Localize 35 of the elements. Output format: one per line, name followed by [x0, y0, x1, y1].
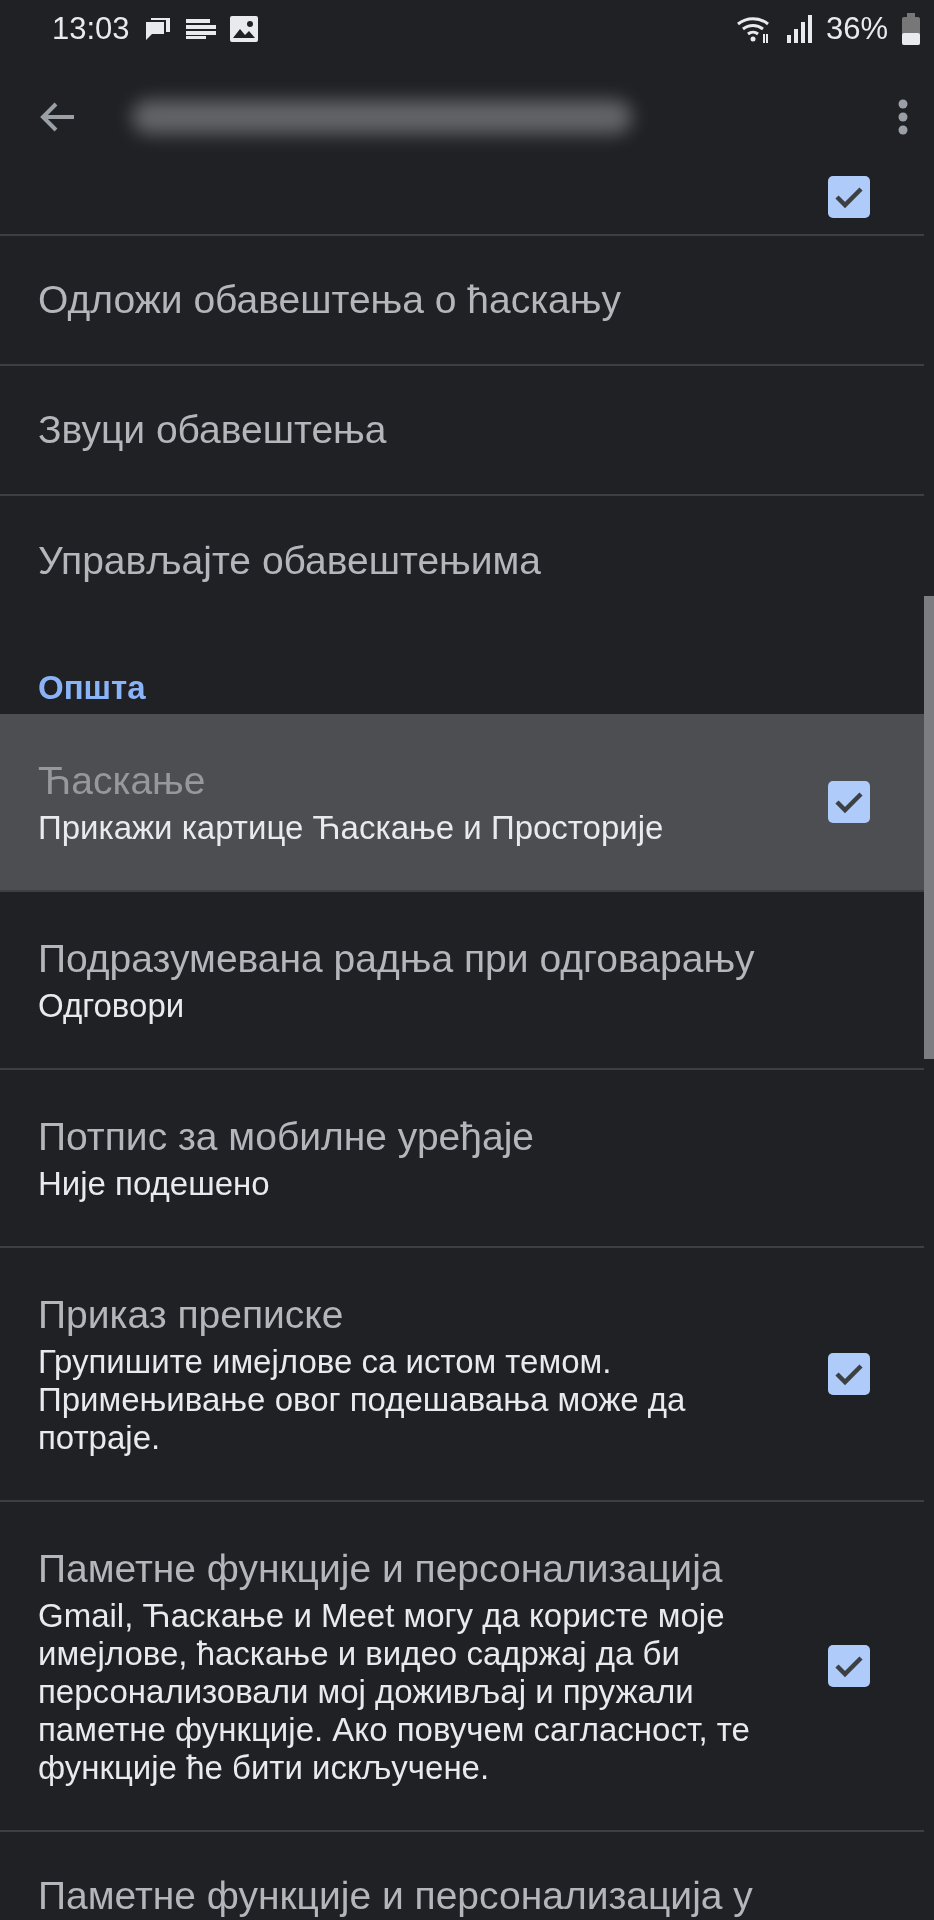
setting-row[interactable]: Ћаскање Прикажи картице Ћаскање и Просторије [0, 714, 924, 892]
setting-title: Одложи обавештења о ћаскању [38, 277, 622, 323]
image-icon [229, 16, 258, 42]
checkbox[interactable] [828, 781, 870, 823]
setting-row[interactable]: Одложи обавештења о ћаскању [0, 236, 924, 366]
setting-title: Управљајте обавештењима [38, 538, 543, 584]
setting-title: Звуци обавештења [38, 407, 388, 453]
chat-icon [143, 16, 172, 42]
setting-title: Потпис за мобилне уређаје [38, 1114, 535, 1160]
setting-summary: Gmail, Ћаскање и Meet могу да користе моје имејлове, ћаскање и видео садржај да би персонализовали мој доживљај и пружали паметне функције. Ако повучем сагласност, те функције ће бити искључене. [38, 1597, 751, 1787]
setting-title: Паметне функције и персонализација [38, 1546, 724, 1592]
checkbox[interactable] [828, 1645, 870, 1687]
setting-title: Паметне функције и персонализација у [38, 1873, 754, 1919]
setting-title: Подразумевана радња при одговарању [38, 936, 756, 982]
clock-time: 13:03 [52, 11, 130, 47]
text-lines-icon [185, 19, 216, 39]
setting-summary: Групишите имејлове са истом темом. Примењивање овог подешавања може да потраје. [38, 1343, 687, 1457]
signal-icon [785, 15, 812, 43]
setting-row[interactable]: Потпис за мобилне уређаје Није подешено [0, 1070, 924, 1248]
setting-row[interactable]: Паметне функције и персонализација у [0, 1832, 924, 1920]
battery-icon [902, 13, 920, 45]
setting-row[interactable]: Звуци обавештења [0, 366, 924, 496]
setting-summary: Није подешено [38, 1165, 271, 1203]
back-arrow-icon[interactable] [40, 100, 76, 133]
more-options-icon[interactable] [898, 98, 908, 135]
setting-row[interactable]: Управљајте обавештењима [0, 496, 924, 626]
checkbox[interactable] [828, 1353, 870, 1395]
setting-title: Приказ преписке [38, 1292, 345, 1338]
battery-percent: 36% [825, 11, 888, 47]
setting-summary: Прикажи картице Ћаскање и Просторије [38, 809, 665, 847]
checkbox[interactable] [828, 176, 870, 218]
setting-row[interactable]: Приказ преписке Групишите имејлове са истом темом. Примењивање овог подешавања може да потраје. [0, 1248, 924, 1502]
setting-summary: Одговори [38, 987, 186, 1025]
section-header: Општа [37, 668, 147, 708]
setting-title: Ћаскање [38, 758, 207, 804]
